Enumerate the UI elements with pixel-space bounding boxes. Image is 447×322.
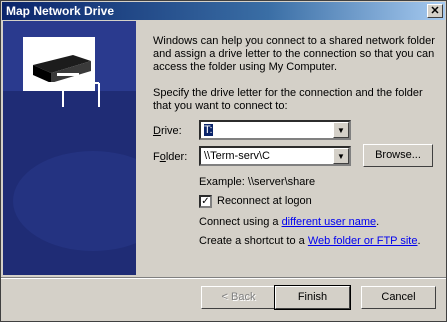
shortcut-suffix: . <box>417 235 421 247</box>
reconnect-label[interactable]: Reconnect at logon <box>217 195 312 208</box>
instructions-line-1: Specify the drive letter for the connect… <box>153 87 423 99</box>
finish-button[interactable]: Finish <box>274 285 351 310</box>
network-drive-icon <box>3 21 136 275</box>
example-text: Example: \\server\share <box>199 176 316 188</box>
wizard-content: Windows can help you connect to a shared… <box>137 21 445 275</box>
shortcut-prefix: Create a shortcut to a <box>199 235 308 247</box>
drive-label: Drive: <box>153 125 182 137</box>
footer-separator <box>1 277 446 279</box>
intro-line-2: and assign a drive letter to the connect… <box>153 48 435 60</box>
wizard-side-panel <box>3 21 136 275</box>
folder-value: \\Term-serv\C <box>204 150 270 162</box>
instructions-line-2: that you want to connect to: <box>153 100 288 112</box>
drive-select[interactable]: T: ▼ <box>199 120 351 140</box>
folder-label: Folder: <box>153 151 188 163</box>
drive-value: T: <box>204 124 213 136</box>
connect-using-prefix: Connect using a <box>199 216 282 228</box>
close-icon[interactable]: ✕ <box>427 4 443 18</box>
checkbox-check-icon: ✓ <box>201 196 210 207</box>
different-user-link[interactable]: different user name <box>282 216 377 228</box>
window-title: Map Network Drive <box>6 4 115 18</box>
intro-line-3: access the folder using My Computer. <box>153 61 338 73</box>
reconnect-checkbox[interactable]: ✓ <box>199 195 212 208</box>
browse-button[interactable]: Browse... <box>363 144 433 167</box>
map-network-drive-dialog: Map Network Drive ✕ Windows can help you… <box>0 0 447 322</box>
title-bar: Map Network Drive ✕ <box>2 2 445 20</box>
shortcut-line: Create a shortcut to a Web folder or FTP… <box>199 235 421 248</box>
cancel-button[interactable]: Cancel <box>361 286 436 309</box>
folder-combo[interactable]: \\Term-serv\C ▼ <box>199 146 351 166</box>
dropdown-arrow-icon[interactable]: ▼ <box>333 122 349 138</box>
web-folder-link[interactable]: Web folder or FTP site <box>308 235 418 247</box>
dropdown-arrow-icon[interactable]: ▼ <box>333 148 349 164</box>
connect-using-suffix: . <box>376 216 380 228</box>
back-button[interactable]: < Back <box>201 286 276 309</box>
intro-line-1: Windows can help you connect to a shared… <box>153 35 435 47</box>
connect-using-line: Connect using a different user name. <box>199 216 379 229</box>
